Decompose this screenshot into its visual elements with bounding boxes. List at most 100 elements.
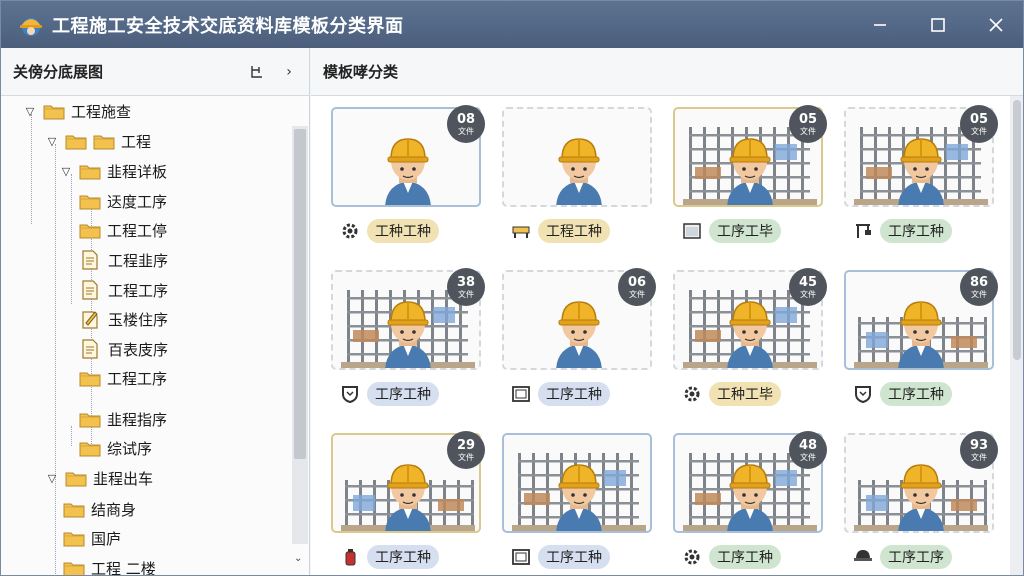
folder-icon bbox=[65, 472, 87, 487]
tree-node-label: 韭程出车 bbox=[93, 469, 154, 488]
category-tag: 工序工种 bbox=[538, 382, 610, 406]
category-tree: ▽ 工程施查 ▽ 工程 ▽ 韭程详板 迗度工序 工程工停 工程韭序 工程工序 玉楼住序 百表庋序 工程工… bbox=[1, 96, 291, 575]
tree-node[interactable]: 工程韭序 bbox=[79, 247, 168, 273]
tree-node[interactable]: 工程工序 bbox=[79, 365, 167, 391]
grid-scrollbar-thumb[interactable] bbox=[1013, 100, 1021, 360]
template-tag-row[interactable]: 工序工序 bbox=[852, 544, 952, 570]
tree-node-label: 工程施查 bbox=[71, 102, 132, 121]
tree-node[interactable]: ▽ 韭程详板 bbox=[59, 158, 167, 184]
template-tag-row[interactable]: 工序工种 bbox=[510, 381, 610, 407]
scroll-down-arrow-icon[interactable]: ⌄ bbox=[294, 553, 302, 564]
tree-node[interactable]: ▽ 工程施查 bbox=[23, 98, 131, 124]
folder-icon bbox=[63, 532, 85, 547]
file-count-unit: 文件 bbox=[800, 126, 816, 136]
folder-icon bbox=[79, 442, 101, 457]
template-tag-row[interactable]: 工种工毕 bbox=[681, 381, 781, 407]
expand-toggle-icon[interactable]: ▽ bbox=[59, 165, 73, 178]
template-tag-row[interactable]: 工序工种 bbox=[852, 381, 952, 407]
tree-guide-line bbox=[31, 114, 32, 224]
template-tag-row[interactable]: 工序工种 bbox=[339, 544, 439, 570]
expand-toggle-icon[interactable]: ▽ bbox=[45, 472, 59, 485]
expand-toggle-icon[interactable]: ▽ bbox=[23, 105, 37, 118]
template-tag-row[interactable]: 工种工种 bbox=[339, 218, 439, 244]
tree-node[interactable]: 国庐 bbox=[63, 525, 121, 551]
category-tag: 工序工种 bbox=[367, 545, 439, 569]
folder-icon bbox=[79, 195, 101, 210]
minimize-button[interactable] bbox=[851, 1, 909, 48]
tree-node[interactable]: ▽ 韭程出车 bbox=[45, 465, 153, 491]
category-tag: 工序工种 bbox=[880, 219, 952, 243]
helmet-app-icon bbox=[20, 17, 42, 36]
tree-node[interactable]: 结商身 bbox=[63, 496, 136, 522]
template-card[interactable]: 38 文件 bbox=[331, 268, 485, 370]
maximize-button[interactable] bbox=[909, 1, 967, 48]
template-card[interactable] bbox=[502, 107, 652, 207]
tree-panel-title: 关傍分底展图 bbox=[13, 63, 104, 81]
template-tag-row[interactable]: 工序工种 bbox=[339, 381, 439, 407]
tree-node[interactable]: 综试序 bbox=[79, 435, 152, 461]
file-count: 45 bbox=[798, 274, 818, 290]
app-window: 工程施工安全技术交底资料库模板分类界面 关傍分底展图 › ▽ 工程施查 ▽ 工程 ▽ 韭程… bbox=[0, 0, 1024, 576]
tree-guide-line bbox=[55, 144, 56, 575]
tree-scrollbar[interactable]: ⌄ bbox=[292, 126, 308, 564]
tree-node[interactable]: 迗度工序 bbox=[79, 188, 167, 214]
tree-node-label: 工程工序 bbox=[108, 281, 169, 300]
template-tag-row[interactable]: 工序工毕 bbox=[681, 218, 781, 244]
file-count-unit: 文件 bbox=[971, 452, 987, 462]
window-title: 工程施工安全技术交底资料库模板分类界面 bbox=[52, 15, 404, 37]
file-count-unit: 文件 bbox=[800, 289, 816, 299]
document-icon bbox=[82, 250, 98, 270]
template-card[interactable]: 86 文件 bbox=[844, 268, 998, 370]
folder-icon bbox=[79, 372, 101, 387]
worker-thumbnail-image bbox=[556, 138, 602, 205]
grid-scrollbar[interactable] bbox=[1010, 96, 1023, 575]
template-tag-row[interactable]: 工程工种 bbox=[510, 218, 610, 244]
expand-toggle-icon[interactable]: ▽ bbox=[45, 135, 59, 148]
template-card[interactable]: 05 文件 bbox=[844, 105, 998, 207]
file-count: 93 bbox=[969, 437, 989, 453]
folder-icon bbox=[79, 165, 101, 180]
close-button[interactable] bbox=[967, 1, 1023, 48]
file-count: 29 bbox=[456, 437, 476, 453]
file-count-badge: 05 文件 bbox=[960, 105, 998, 143]
template-tag-row[interactable]: 工序工种 bbox=[510, 544, 610, 570]
tree-node-label: 百表庋序 bbox=[108, 340, 169, 359]
category-tag: 工序工毕 bbox=[709, 219, 781, 243]
close-icon bbox=[989, 17, 1003, 32]
expand-panel-button[interactable]: › bbox=[277, 60, 301, 84]
tree-scrollbar-thumb[interactable] bbox=[294, 129, 306, 459]
hierarchy-icon bbox=[251, 66, 262, 78]
template-card[interactable]: 06 文件 bbox=[502, 268, 656, 370]
folder-icon bbox=[43, 105, 65, 120]
tree-view-button[interactable] bbox=[245, 60, 269, 84]
category-tag: 工序工种 bbox=[367, 382, 439, 406]
template-tag-row[interactable]: 工序工种 bbox=[681, 544, 781, 570]
worker-thumbnail-image bbox=[512, 453, 646, 531]
file-count-badge: 45 文件 bbox=[789, 268, 827, 306]
category-tag: 工序工种 bbox=[880, 382, 952, 406]
tree-node[interactable]: 工程 二楼 bbox=[63, 555, 156, 575]
document-icon bbox=[82, 280, 98, 300]
template-tag-row[interactable]: 工序工种 bbox=[852, 218, 952, 244]
template-card[interactable] bbox=[502, 433, 652, 533]
template-card[interactable]: 08 文件 bbox=[331, 105, 485, 207]
frame-icon bbox=[510, 383, 532, 405]
folder-icon bbox=[63, 503, 85, 518]
template-card[interactable]: 93 文件 bbox=[844, 431, 998, 533]
template-card[interactable]: 29 文件 bbox=[331, 431, 485, 533]
template-card[interactable]: 45 文件 bbox=[673, 268, 827, 370]
file-count: 86 bbox=[969, 274, 989, 290]
template-card[interactable]: 05 文件 bbox=[673, 105, 827, 207]
category-tag: 工序工种 bbox=[709, 545, 781, 569]
file-count-badge: 93 文件 bbox=[960, 431, 998, 469]
tree-node[interactable]: ▽ 工程 bbox=[45, 128, 151, 154]
tree-node-label: 国庐 bbox=[91, 529, 122, 548]
tree-node[interactable]: 玉楼住序 bbox=[79, 306, 168, 332]
tree-node[interactable]: 工程工停 bbox=[79, 217, 167, 243]
template-card[interactable]: 48 文件 bbox=[673, 431, 827, 533]
tree-node[interactable]: 韭程指序 bbox=[79, 406, 167, 432]
tree-node[interactable]: 百表庋序 bbox=[79, 336, 168, 362]
file-count-unit: 文件 bbox=[629, 289, 645, 299]
tree-node[interactable]: 工程工序 bbox=[79, 277, 168, 303]
tree-panel-header: 关傍分底展图 › bbox=[1, 48, 309, 96]
